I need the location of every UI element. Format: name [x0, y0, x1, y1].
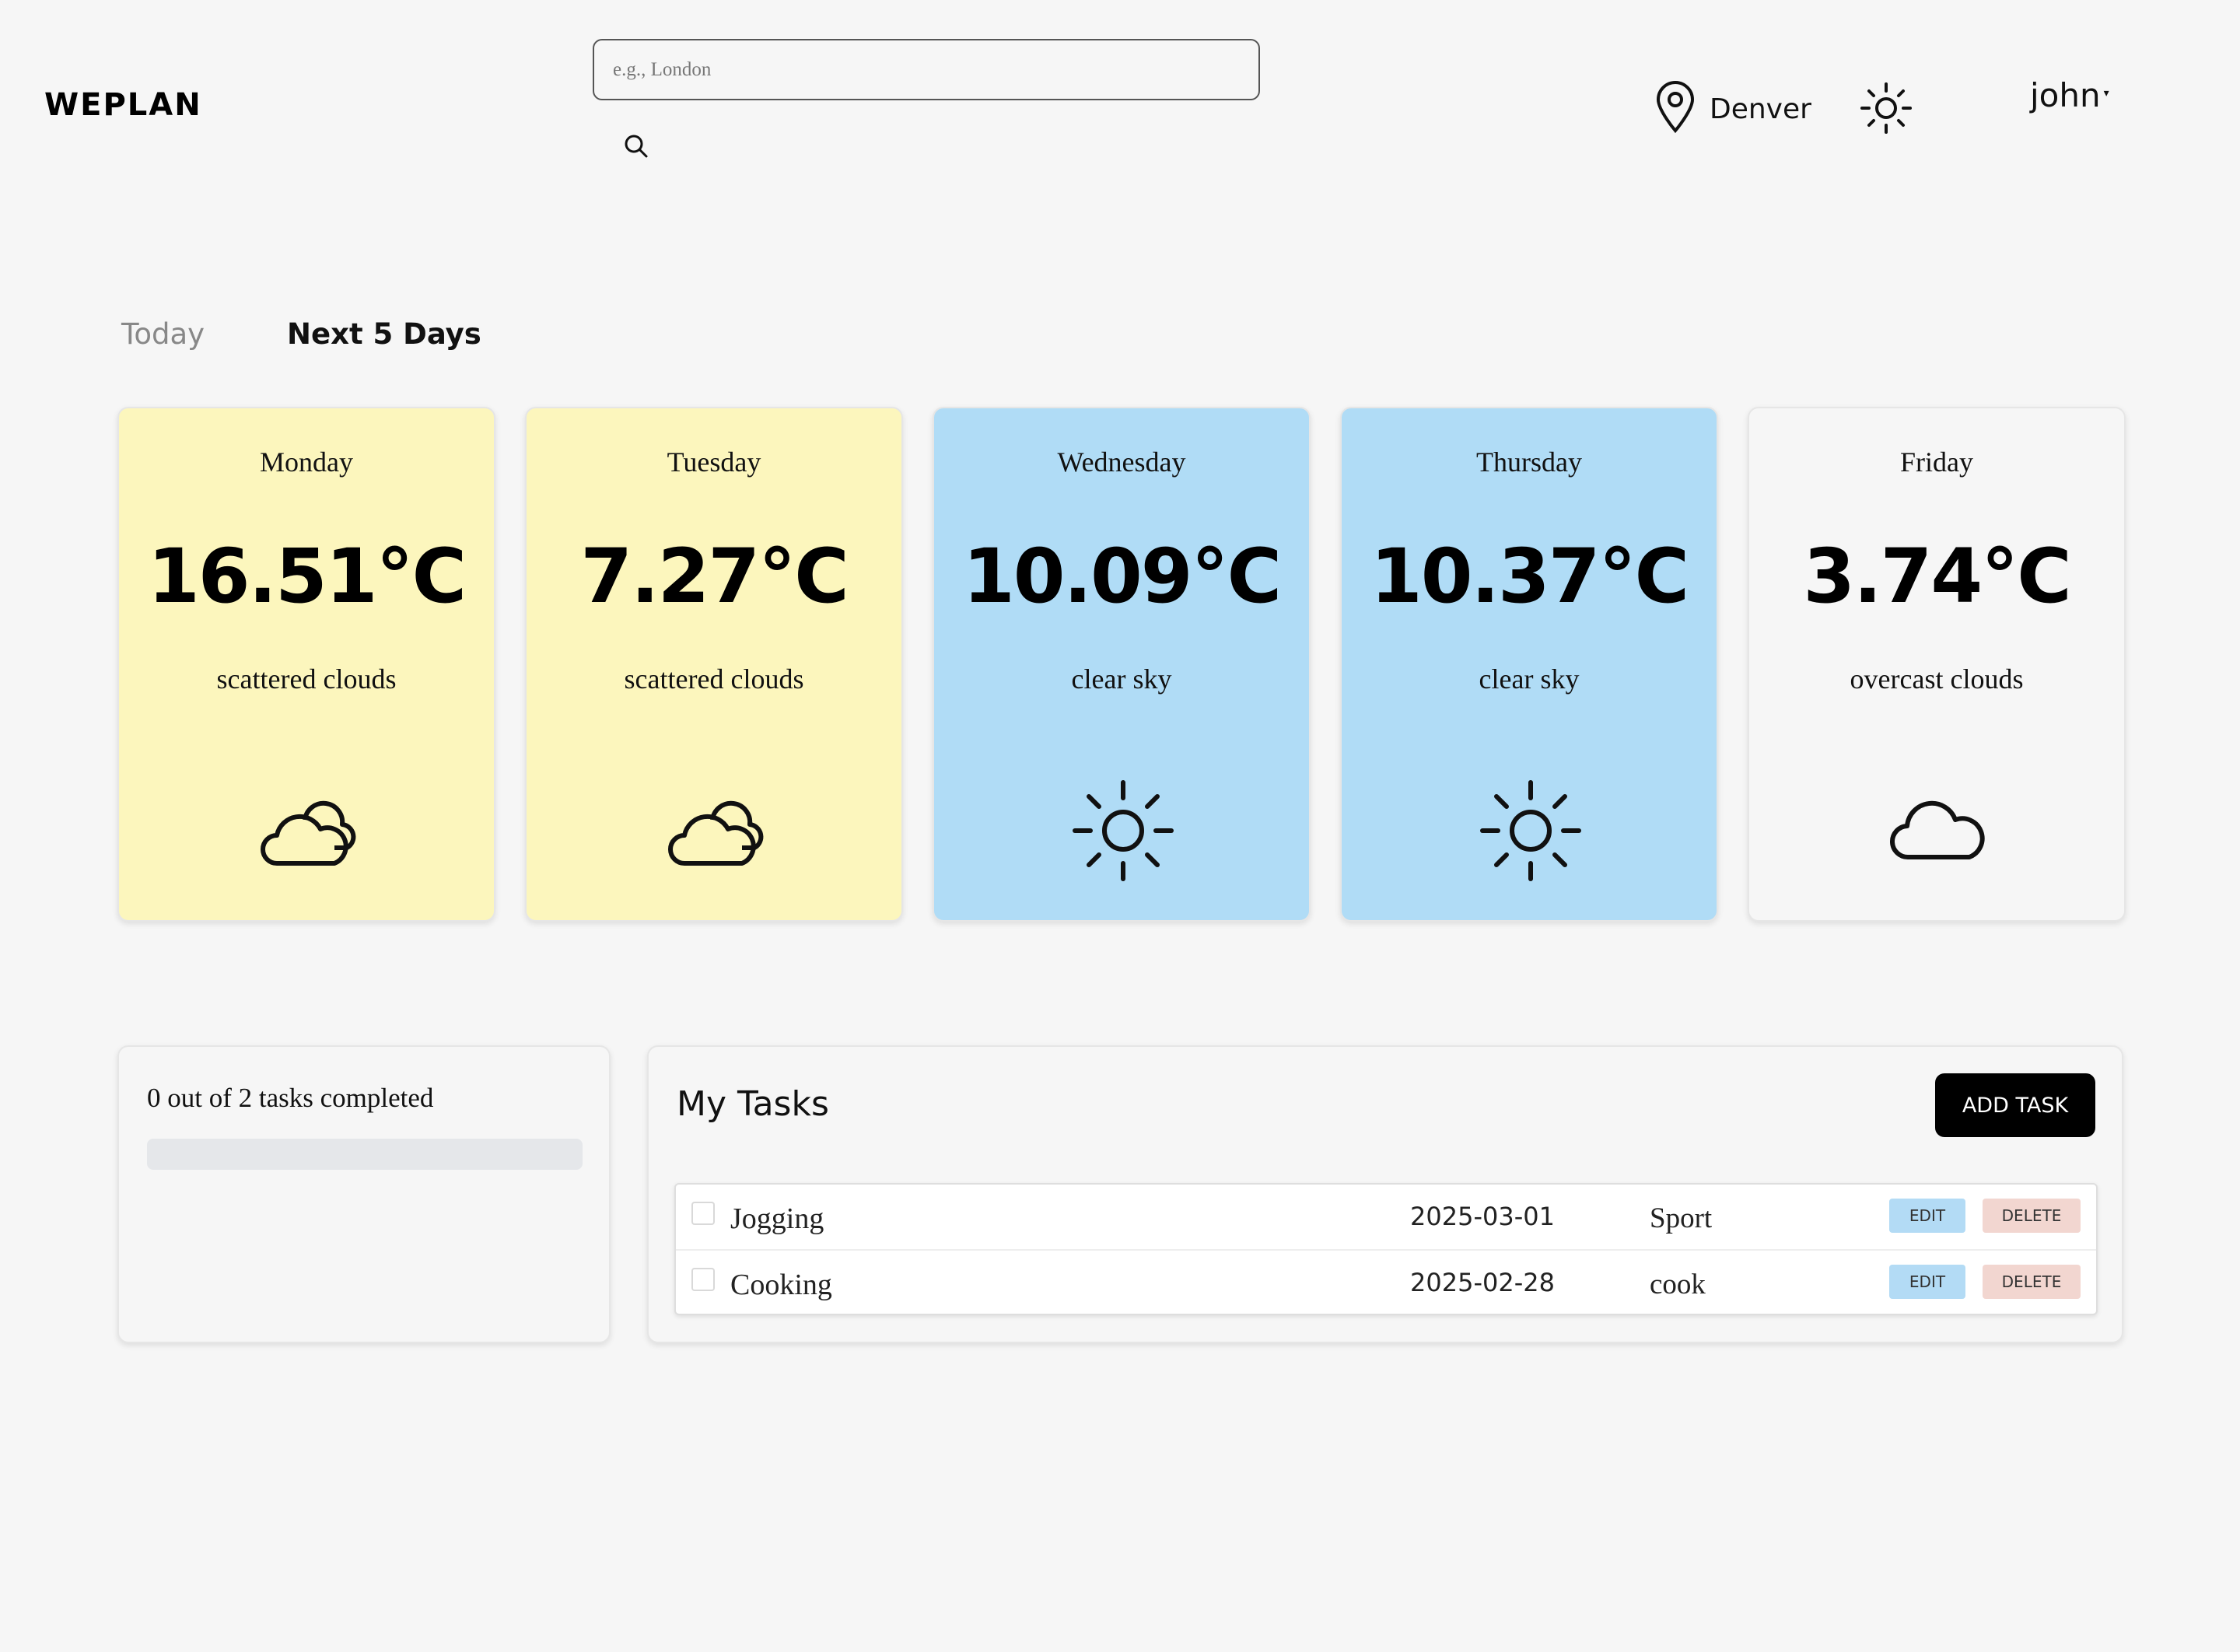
- app-logo: WEPLAN: [44, 87, 202, 123]
- forecast-card: Thursday 10.37°C clear sky: [1340, 407, 1718, 922]
- forecast-description: overcast clouds: [1850, 663, 2024, 695]
- forecast-card: Monday 16.51°C scattered clouds: [117, 407, 495, 922]
- task-name: Cooking: [730, 1269, 832, 1301]
- username: john: [2030, 76, 2101, 114]
- task-name: Jogging: [730, 1202, 824, 1235]
- sun-icon: [1476, 776, 1585, 885]
- edit-task-button[interactable]: EDIT: [1889, 1265, 1965, 1299]
- forecast-cards: Monday 16.51°C scattered clouds Tuesday …: [117, 407, 2126, 922]
- search-input[interactable]: [593, 39, 1260, 100]
- cloud-icon: [1884, 776, 1993, 885]
- task-date: 2025-03-01: [1410, 1202, 1555, 1231]
- forecast-card: Wednesday 10.09°C clear sky: [933, 407, 1311, 922]
- tab-today[interactable]: Today: [121, 317, 205, 351]
- forecast-card: Tuesday 7.27°C scattered clouds: [525, 407, 903, 922]
- map-pin-icon: [1654, 81, 1697, 138]
- forecast-temperature: 7.27°C: [580, 533, 849, 620]
- task-row: Jogging 2025-03-01 Sport EDIT DELETE: [676, 1185, 2096, 1249]
- forecast-description: scattered clouds: [624, 663, 804, 695]
- search-icon[interactable]: [621, 131, 652, 162]
- forecast-temperature: 10.37°C: [1370, 533, 1689, 620]
- task-row: Cooking 2025-02-28 cook EDIT DELETE: [676, 1249, 2096, 1315]
- task-checkbox[interactable]: [691, 1202, 715, 1225]
- task-date: 2025-02-28: [1410, 1268, 1555, 1297]
- forecast-temperature: 10.09°C: [962, 533, 1282, 620]
- forecast-description: clear sky: [1479, 663, 1580, 695]
- forecast-temperature: 16.51°C: [147, 533, 467, 620]
- task-category: cook: [1650, 1269, 1706, 1300]
- forecast-day: Friday: [1900, 446, 1973, 478]
- task-checkbox[interactable]: [691, 1268, 715, 1291]
- forecast-description: scattered clouds: [216, 663, 397, 695]
- tab-next-5-days[interactable]: Next 5 Days: [287, 317, 481, 351]
- location-label: Denver: [1710, 93, 1811, 125]
- clouds-icon: [661, 776, 770, 885]
- forecast-day: Tuesday: [667, 446, 761, 478]
- delete-task-button[interactable]: DELETE: [1983, 1199, 2081, 1233]
- location-selector[interactable]: Denver: [1654, 81, 1811, 138]
- edit-task-button[interactable]: EDIT: [1889, 1199, 1965, 1233]
- search-bar: [593, 39, 1260, 158]
- tasks-title: My Tasks: [677, 1084, 829, 1124]
- sun-icon[interactable]: [1859, 81, 1913, 135]
- user-menu[interactable]: john ▾: [2030, 76, 2109, 114]
- forecast-temperature: 3.74°C: [1803, 533, 2071, 620]
- tasks-card: My Tasks ADD TASK Jogging 2025-03-01 Spo…: [647, 1045, 2123, 1343]
- task-category: Sport: [1650, 1202, 1713, 1234]
- forecast-tabs: Today Next 5 Days: [121, 317, 481, 351]
- forecast-day: Monday: [260, 446, 353, 478]
- delete-task-button[interactable]: DELETE: [1983, 1265, 2081, 1299]
- task-list: Jogging 2025-03-01 Sport EDIT DELETE Coo…: [674, 1183, 2098, 1315]
- progress-bar: [147, 1139, 583, 1170]
- forecast-day: Thursday: [1476, 446, 1582, 478]
- sun-icon: [1069, 776, 1178, 885]
- forecast-description: clear sky: [1071, 663, 1172, 695]
- clouds-icon: [254, 776, 362, 885]
- caret-down-icon: ▾: [2103, 87, 2109, 100]
- task-progress-card: 0 out of 2 tasks completed: [117, 1045, 611, 1343]
- forecast-card: Friday 3.74°C overcast clouds: [1748, 407, 2126, 922]
- add-task-button[interactable]: ADD TASK: [1935, 1073, 2095, 1137]
- forecast-day: Wednesday: [1057, 446, 1186, 478]
- progress-label: 0 out of 2 tasks completed: [147, 1083, 434, 1113]
